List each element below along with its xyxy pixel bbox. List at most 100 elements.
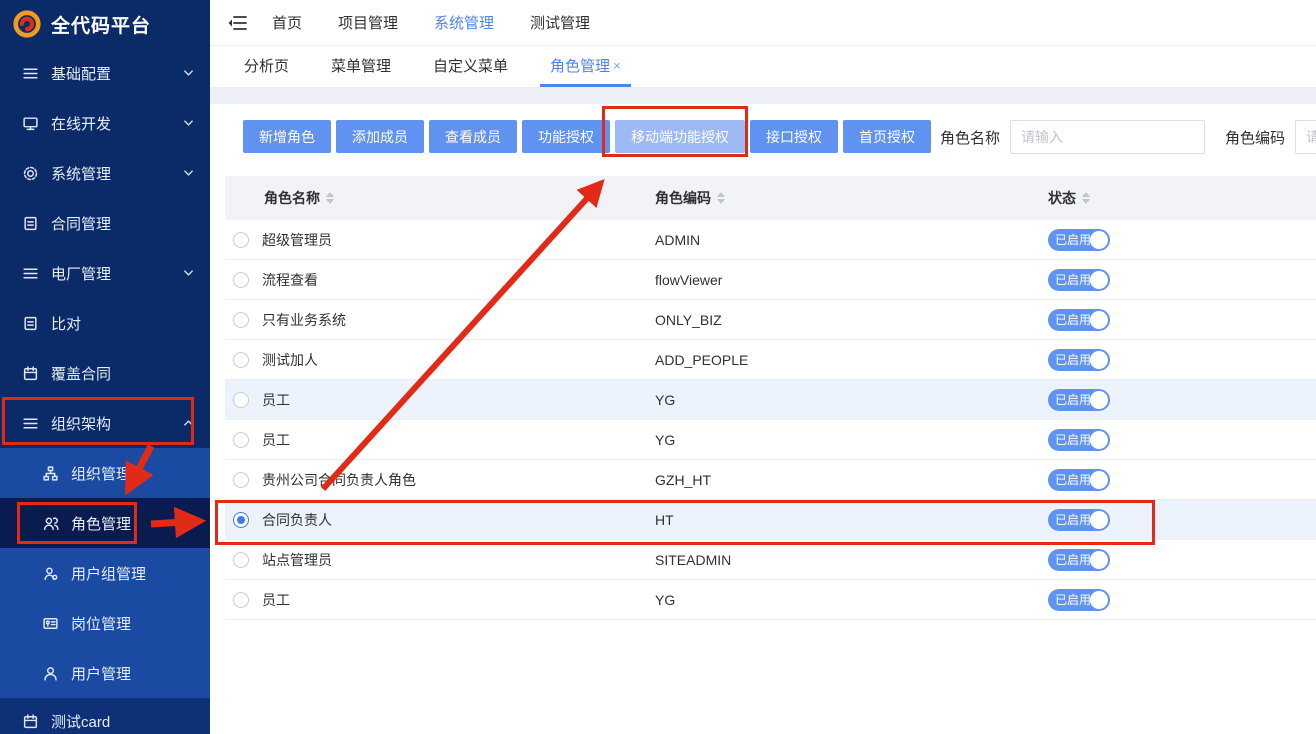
role-code-cell: flowViewer [655,272,1048,288]
sidebar-item-电厂管理[interactable]: 电厂管理 [0,248,210,298]
toolbar-button-移动端功能授权[interactable]: 移动端功能授权 [615,120,745,153]
toolbar-button-接口授权[interactable]: 接口授权 [750,120,838,153]
sidebar-item-组织架构[interactable]: 组织架构 [0,398,210,448]
table-row-SITEADMIN[interactable]: 站点管理员SITEADMIN已启用 [225,540,1316,580]
status-toggle[interactable]: 已启用 [1048,549,1110,571]
role-name-cell: 贵州公司合同负责人角色 [225,470,655,490]
tab-角色管理[interactable]: 角色管理× [540,46,631,87]
topnav-link-首页[interactable]: 首页 [272,12,302,33]
sidebar-item-label: 组织架构 [51,413,111,434]
toolbar-button-新增角色[interactable]: 新增角色 [243,120,331,153]
row-radio-button[interactable] [233,312,249,328]
sidebar-collapse-icon[interactable] [228,14,248,32]
monitor-icon [22,115,39,132]
sidebar-subitem-岗位管理[interactable]: 岗位管理 [0,598,210,648]
table-row-ADMIN[interactable]: 超级管理员ADMIN已启用 [225,220,1316,260]
status-toggle-label: 已启用 [1048,231,1091,248]
tab-自定义菜单[interactable]: 自定义菜单 [423,46,518,87]
sidebar-subitem-label: 角色管理 [71,513,131,534]
status-toggle-knob [1090,511,1108,529]
topnav-link-项目管理[interactable]: 项目管理 [338,12,398,33]
row-radio-button[interactable] [233,272,249,288]
role-name-cell: 合同负责人 [225,510,655,530]
sidebar-subitem-用户组管理[interactable]: 用户组管理 [0,548,210,598]
brand-title: 全代码平台 [51,11,151,38]
sidebar-item-在线开发[interactable]: 在线开发 [0,98,210,148]
sidebar-item-测试card[interactable]: 测试card [0,698,210,734]
row-radio-button[interactable] [233,232,249,248]
sidebar-subitem-label: 用户组管理 [71,563,146,584]
column-header-角色编码[interactable]: 角色编码 [655,188,1048,208]
role-code-cell: YG [655,392,1048,408]
row-radio-button[interactable] [233,392,249,408]
status-toggle[interactable]: 已启用 [1048,269,1110,291]
table-row-YG[interactable]: 员工YG已启用 [225,580,1316,620]
tab-菜单管理[interactable]: 菜单管理 [321,46,401,87]
status-toggle-label: 已启用 [1048,591,1091,608]
status-toggle[interactable]: 已启用 [1048,429,1110,451]
row-radio-button[interactable] [233,512,249,528]
sidebar-subitem-组织管理[interactable]: 组织管理 [0,448,210,498]
role-name-text: 测试加人 [262,350,318,370]
row-radio-button[interactable] [233,552,249,568]
status-toggle-knob [1090,311,1108,329]
status-toggle[interactable]: 已启用 [1048,309,1110,331]
row-radio-button[interactable] [233,472,249,488]
role-name-cell: 超级管理员 [225,230,655,250]
tab-分析页[interactable]: 分析页 [234,46,299,87]
role-name-text: 员工 [262,430,290,450]
table-row-GZH_HT[interactable]: 贵州公司合同负责人角色GZH_HT已启用 [225,460,1316,500]
role-name-cell: 员工 [225,590,655,610]
role-code-filter-input[interactable] [1295,120,1316,154]
status-toggle[interactable]: 已启用 [1048,229,1110,251]
filter-bar: 角色名称角色编码 [940,120,1316,154]
calendar-icon [22,713,39,730]
toolbar-button-功能授权[interactable]: 功能授权 [522,120,610,153]
toolbar-button-添加成员[interactable]: 添加成员 [336,120,424,153]
row-radio-button[interactable] [233,592,249,608]
toolbar-button-查看成员[interactable]: 查看成员 [429,120,517,153]
status-toggle[interactable]: 已启用 [1048,349,1110,371]
tab-close-icon[interactable]: × [613,58,621,73]
brand[interactable]: 全代码平台 [0,0,210,48]
table-row-YG[interactable]: 员工YG已启用 [225,380,1316,420]
topnav-link-系统管理[interactable]: 系统管理 [434,12,494,33]
sidebar-item-覆盖合同[interactable]: 覆盖合同 [0,348,210,398]
table-row-HT[interactable]: 合同负责人HT已启用 [225,500,1316,540]
sort-caret-icon[interactable] [326,192,334,204]
role-code-cell: YG [655,432,1048,448]
sidebar-item-label: 测试card [51,711,110,732]
column-header-角色名称[interactable]: 角色名称 [225,188,655,208]
sidebar-subitem-角色管理[interactable]: 角色管理 [0,498,210,548]
row-radio-button[interactable] [233,432,249,448]
topnav-link-测试管理[interactable]: 测试管理 [530,12,590,33]
list-icon [22,415,39,432]
table-row-flowViewer[interactable]: 流程查看 flowViewer已启用 [225,260,1316,300]
row-radio-button[interactable] [233,352,249,368]
role-name-text: 流程查看 [262,270,318,290]
sidebar-item-基础配置[interactable]: 基础配置 [0,48,210,98]
status-toggle[interactable]: 已启用 [1048,389,1110,411]
sort-caret-icon[interactable] [1082,192,1090,204]
sidebar-subitem-label: 组织管理 [71,463,131,484]
sidebar-item-系统管理[interactable]: 系统管理 [0,148,210,198]
status-toggle-knob [1090,551,1108,569]
status-toggle[interactable]: 已启用 [1048,509,1110,531]
table-row-ONLY_BIZ[interactable]: 只有业务系统ONLY_BIZ已启用 [225,300,1316,340]
main-area: 首页 项目管理 系统管理 测试管理 分析页菜单管理自定义菜单角色管理× 新增角色添加成… [210,0,1316,734]
sidebar-subitem-用户管理[interactable]: 用户管理 [0,648,210,698]
sidebar-item-合同管理[interactable]: 合同管理 [0,198,210,248]
top-navbar: 首页 项目管理 系统管理 测试管理 [210,0,1316,46]
contract-icon [22,315,39,332]
status-toggle-label: 已启用 [1048,551,1091,568]
status-toggle[interactable]: 已启用 [1048,589,1110,611]
role-name-filter-input[interactable] [1010,120,1205,154]
status-toggle[interactable]: 已启用 [1048,469,1110,491]
sort-caret-icon[interactable] [717,192,725,204]
column-header-状态[interactable]: 状态 [1048,188,1316,208]
sidebar-item-比对[interactable]: 比对 [0,298,210,348]
toolbar-button-首页授权[interactable]: 首页授权 [843,120,931,153]
table-row-ADD_PEOPLE[interactable]: 测试加人ADD_PEOPLE已启用 [225,340,1316,380]
table-row-YG[interactable]: 员工 YG已启用 [225,420,1316,460]
sidebar-item-label: 覆盖合同 [51,363,111,384]
